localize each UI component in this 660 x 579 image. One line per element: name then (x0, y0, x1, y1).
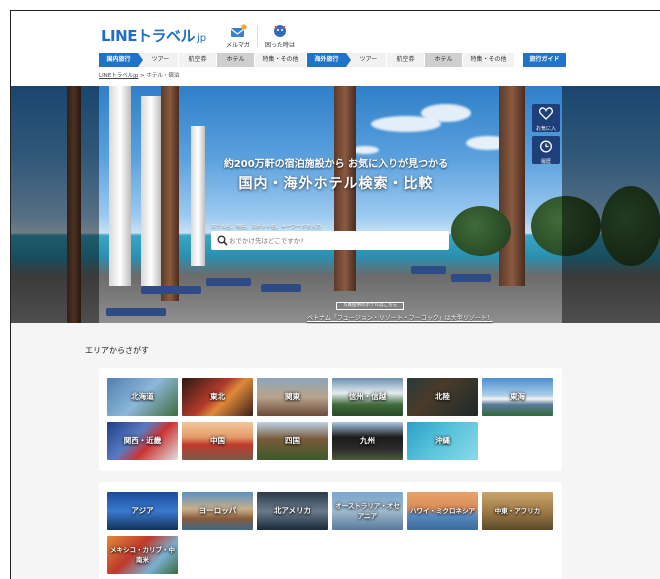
favorites-button[interactable]: お気に入 (532, 104, 560, 132)
area-tile-okinawa[interactable]: 沖縄 (407, 422, 478, 460)
site-header: LINEトラベル jp メルマガ 困った時は 国内旅行 ツアー 航空券 ホテル … (11, 11, 660, 86)
area-tile-label: 九州 (360, 436, 375, 445)
hero-banner (11, 86, 660, 323)
white-column (191, 126, 205, 266)
area-tile-label: 関西・近畿 (123, 436, 162, 445)
heart-icon (539, 107, 553, 120)
area-tile-latin-america[interactable]: メキシコ・カリブ・中南米 (107, 536, 178, 574)
help-icon (271, 23, 289, 37)
area-tile-kyushu[interactable]: 九州 (332, 422, 403, 460)
hero-dim-left (11, 86, 99, 323)
nav-domestic-tour[interactable]: ツアー (139, 53, 179, 67)
hero-caption-link[interactable]: ベトナム「フュージョン・リゾート・フーコック」は大型リゾート！ (307, 313, 561, 322)
nav-domestic-flight[interactable]: 航空券 (179, 53, 217, 67)
area-tile-label: 四国 (285, 436, 300, 445)
area-tile-hokkaido[interactable]: 北海道 (107, 378, 178, 416)
wood-column (161, 86, 179, 301)
search-hint: ホテル名、地名、スポット名、キーワードを入力 (211, 224, 322, 230)
area-tile-kansai[interactable]: 関西・近畿 (107, 422, 178, 460)
area-tile-label: 東海 (510, 392, 525, 401)
hotel-search-box[interactable] (211, 231, 449, 250)
photo-credit-box[interactable]: 写真提供のホテルはこちら (336, 302, 404, 310)
history-button[interactable]: 履歴 (532, 136, 560, 165)
area-tile-shikoku[interactable]: 四国 (257, 422, 328, 460)
header-divider (257, 25, 258, 47)
nav-overseas-special[interactable]: 特集・その他 (463, 53, 515, 67)
hero-dim-right (562, 86, 660, 323)
pool-lounger (106, 308, 166, 316)
area-tile-label: ハワイ・ミクロネシア (410, 507, 475, 515)
area-tile-europe[interactable]: ヨーロッパ (182, 492, 253, 530)
cloud (421, 104, 471, 122)
area-tile-label: 沖縄 (435, 436, 450, 445)
breadcrumb-current: ホテル・宿泊 (146, 73, 180, 79)
breadcrumb-home-link[interactable]: LINEトラベルjp (99, 73, 138, 79)
palm-tree (451, 206, 511, 256)
main-nav: 国内旅行 ツアー 航空券 ホテル 特集・その他 海外旅行 ツアー 航空券 ホテル… (99, 53, 567, 67)
nav-travel-guide[interactable]: 旅行ガイド (523, 53, 567, 67)
mail-magazine-link[interactable]: メルマガ (219, 23, 257, 49)
pool-lounger (206, 278, 251, 286)
area-section-title: エリアからさがす (85, 346, 149, 355)
area-tile-label: 北アメリカ (273, 506, 312, 515)
area-tile-kanto[interactable]: 関東 (257, 378, 328, 416)
area-tile-tohoku[interactable]: 東北 (182, 378, 253, 416)
clock-icon (540, 140, 552, 153)
search-icon (217, 235, 228, 246)
area-tile-label: アジア (131, 506, 154, 515)
pool-lounger (261, 284, 301, 292)
area-tile-oceania[interactable]: オーストラリア・オセアニア (332, 492, 403, 530)
mail-label: メルマガ (225, 42, 250, 49)
area-tile-chugoku[interactable]: 中国 (182, 422, 253, 460)
help-label: 困った時は (264, 42, 295, 49)
area-tile-hawaii[interactable]: ハワイ・ミクロネシア (407, 492, 478, 530)
logo-suffix: jp (196, 33, 207, 44)
area-tile-tokai[interactable]: 東海 (482, 378, 553, 416)
area-tile-middle-east-africa[interactable]: 中東・アフリカ (482, 492, 553, 530)
area-tile-shinshu[interactable]: 信州・信越 (332, 378, 403, 416)
nav-domestic-special[interactable]: 特集・その他 (255, 53, 307, 67)
area-tile-label: 中東・アフリカ (494, 507, 541, 515)
nav-overseas-flight[interactable]: 航空券 (387, 53, 425, 67)
overseas-area-card: アジア ヨーロッパ 北アメリカ オーストラリア・オセアニア ハワイ・ミクロネシア… (99, 482, 562, 579)
favorites-label: お気に入 (535, 126, 556, 132)
domestic-area-card: 北海道 東北 関東 信州・信越 北陸 東海 関西・近畿 中国 四国 九州 沖縄 (99, 368, 562, 471)
nav-overseas-hotel[interactable]: ホテル (425, 53, 463, 67)
nav-overseas-tour[interactable]: ツアー (347, 53, 387, 67)
pool-lounger (141, 286, 201, 294)
hero-subtitle: 約200万軒の宿泊施設から お気に入りが見つかる (223, 159, 449, 170)
area-tile-asia[interactable]: アジア (107, 492, 178, 530)
pool-lounger (451, 274, 491, 282)
logo-main-text: LINEトラベル (101, 27, 195, 45)
area-tile-label: 北海道 (131, 392, 154, 401)
help-link[interactable]: 困った時は (261, 23, 299, 49)
area-tile-label: オーストラリア・オセアニア (335, 502, 400, 520)
breadcrumb: LINEトラベルjp > ホテル・宿泊 (99, 71, 179, 79)
area-tile-label: 北陸 (435, 392, 450, 401)
nav-overseas[interactable]: 海外旅行 (307, 53, 351, 67)
area-tile-label: ヨーロッパ (198, 506, 237, 515)
browser-page: LINEトラベル jp メルマガ 困った時は 国内旅行 ツアー 航空券 ホテル … (10, 10, 660, 579)
hero-title: 国内・海外ホテル検索・比較 (238, 176, 434, 192)
area-tile-label: 東北 (210, 392, 225, 401)
destination-search-input[interactable] (229, 234, 443, 247)
area-tile-north-america[interactable]: 北アメリカ (257, 492, 328, 530)
mail-icon (229, 23, 247, 37)
history-label: 履歴 (540, 159, 551, 165)
pool-lounger (411, 266, 446, 274)
area-tile-label: メキシコ・カリブ・中南米 (110, 546, 175, 564)
area-tile-label: 関東 (285, 392, 300, 401)
nav-domestic-hotel[interactable]: ホテル (217, 53, 255, 67)
site-logo[interactable]: LINEトラベル jp (101, 25, 206, 46)
area-tile-hokuriku[interactable]: 北陸 (407, 378, 478, 416)
area-tile-label: 中国 (210, 436, 225, 445)
nav-domestic[interactable]: 国内旅行 (99, 53, 143, 67)
area-tile-label: 信州・信越 (348, 392, 387, 401)
